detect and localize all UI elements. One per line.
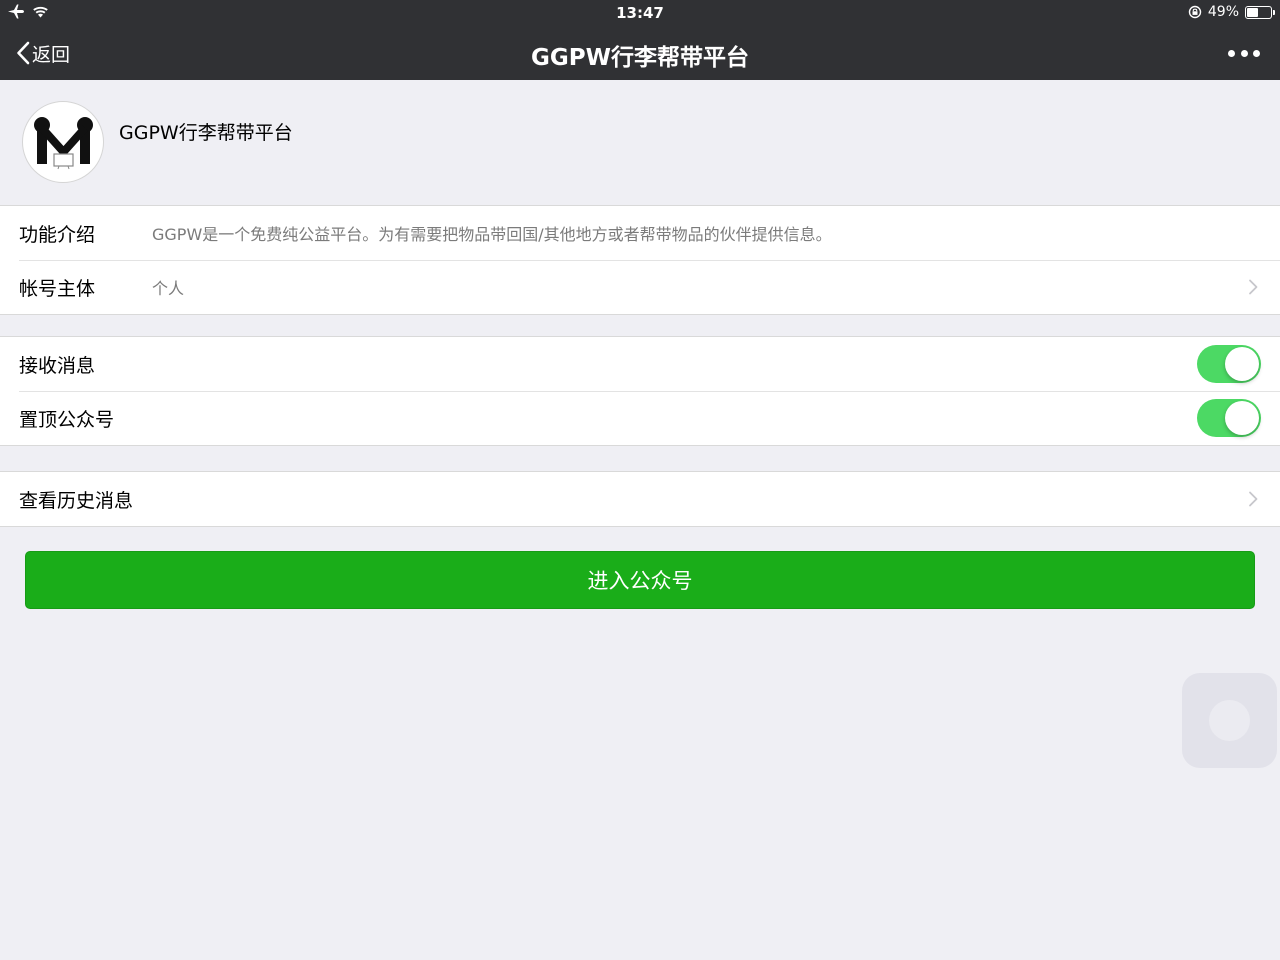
profile-header: GGPW行李帮带平台 [0,80,1280,205]
chevron-right-icon [1249,279,1258,295]
history-group: 查看历史消息 [0,471,1280,527]
account-owner-row[interactable]: 帐号主体 个人 [0,260,1280,314]
assistive-touch-button[interactable] [1182,673,1277,768]
back-label: 返回 [32,43,71,66]
rotation-lock-icon [1188,5,1202,19]
row-label: 帐号主体 [19,277,96,300]
nav-title-text: GGPW行李帮带平台 [531,45,749,71]
history-messages-row[interactable]: 查看历史消息 [0,472,1280,526]
nav-title: GGPW行李帮带平台 [0,38,1280,72]
dot [1228,49,1235,57]
more-dots-icon[interactable] [1228,42,1260,64]
top-bar: 13:47 49% 返回 GGPW行李帮带平台 [0,0,1280,80]
toggle-knob [1225,401,1259,435]
dot [1240,49,1248,57]
dot [1253,49,1260,57]
status-right: 49% [1188,4,1275,20]
ggpw-logo-icon [34,117,93,170]
row-value: GGPW是一个免费纯公益平台。为有需要把物品带回国/其他地方或者帮带物品的伙伴提… [152,225,832,244]
row-label: 置顶公众号 [19,408,115,431]
assistive-touch-inner [1209,700,1250,741]
enter-account-button[interactable]: 进入公众号 [25,551,1255,609]
pin-account-row: 置顶公众号 [0,391,1280,445]
row-label: 功能介绍 [19,223,96,246]
receive-messages-toggle[interactable] [1197,345,1261,383]
toggle-knob [1225,347,1259,381]
settings-group: 接收消息 置顶公众号 [0,336,1280,446]
chevron-left-icon [17,41,30,65]
pin-account-toggle[interactable] [1197,399,1261,437]
row-label: 接收消息 [19,354,96,377]
battery-level [1247,7,1259,17]
profile-name: GGPW行李帮带平台 [119,122,293,144]
receive-messages-row: 接收消息 [0,337,1280,391]
avatar[interactable] [22,101,104,183]
row-label: 查看历史消息 [19,489,134,512]
back-button[interactable]: 返回 [16,38,70,68]
intro-row: 功能介绍 GGPW是一个免费纯公益平台。为有需要把物品带回国/其他地方或者帮带物… [0,206,1280,260]
info-group: 功能介绍 GGPW是一个免费纯公益平台。为有需要把物品带回国/其他地方或者帮带物… [0,205,1280,315]
battery-percentage: 49% [1207,4,1239,20]
chevron-right-icon [1249,491,1258,507]
status-bar: 13:47 49% [0,0,1280,26]
row-value: 个人 [152,279,185,298]
battery-icon [1245,5,1275,19]
status-time: 13:47 [616,4,664,22]
